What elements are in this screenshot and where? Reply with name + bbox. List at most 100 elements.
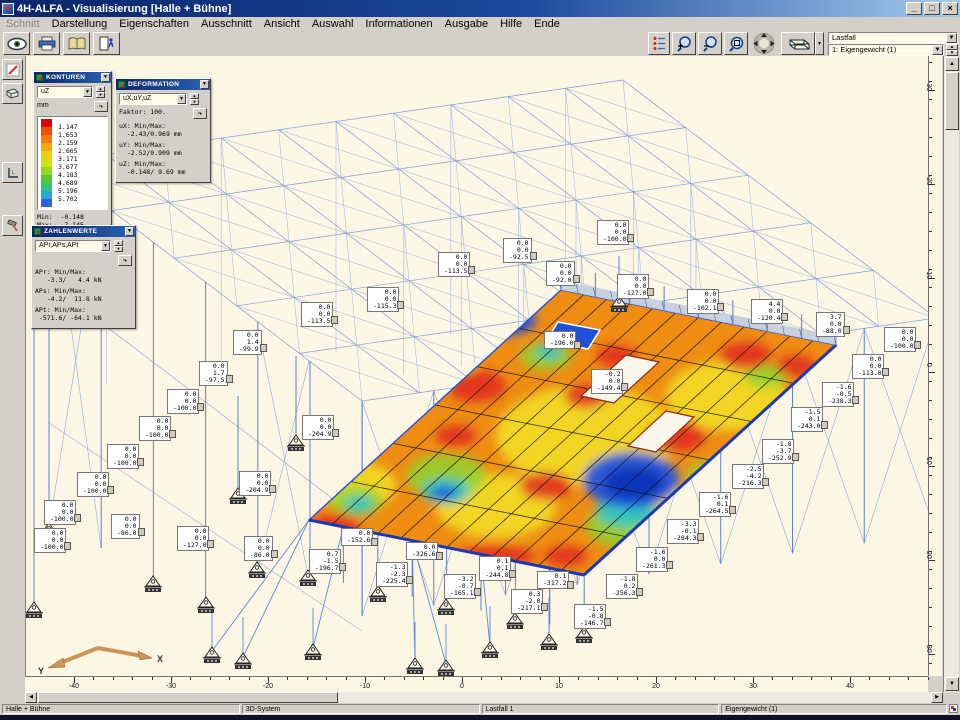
horizontal-scrollbar[interactable]: ◀ ▶ xyxy=(25,692,943,703)
menu-item-eigenschaften[interactable]: Eigenschaften xyxy=(113,18,195,30)
panel-deformation[interactable]: DEFORMATION ▼ uX,uY,uZ ▼ ▲▼ Faktor: 100.… xyxy=(115,78,211,183)
ruler-minor-tick xyxy=(929,532,932,533)
node-value-label: -1.5 -0.8 -146.7 xyxy=(574,604,606,629)
ruler-minor-tick xyxy=(929,118,932,119)
panel-zahlenwerte[interactable]: ZAHLENWERTE ▼ APr,APs,APt ▼ ▲▼ ↷ APr: Mi… xyxy=(31,225,136,329)
ruler-minor-tick xyxy=(578,677,579,680)
node-value-label: 0.1 -317.2 xyxy=(537,571,569,589)
axis-y-label: Y xyxy=(38,666,44,676)
deformation-combo[interactable]: uX,uY,uZ ▼ xyxy=(119,93,187,105)
ruler-minor-tick xyxy=(113,677,114,680)
loadcase-combo[interactable]: 1: Eigengewicht (1) ▼ xyxy=(828,44,944,56)
preview-eye-button[interactable] xyxy=(3,32,30,55)
zahlenwerte-combo[interactable]: APr,APs,APt ▼ xyxy=(35,240,111,252)
ruler-minor-tick xyxy=(74,677,75,680)
min-value: -0.148 xyxy=(60,213,83,221)
legend-swatch xyxy=(41,199,52,207)
ruler-minor-tick xyxy=(656,677,657,680)
dimension-button[interactable]: L xyxy=(2,162,23,183)
ruler-minor-tick xyxy=(93,677,94,680)
node-value-label: 0.0 0.0 -100.0 xyxy=(107,444,139,469)
panel-konturen[interactable]: KONTUREN ▼ uZ ▼ ▲▼ mm ↷ 1.1471.6532.1592… xyxy=(33,71,112,233)
ruler-minor-tick xyxy=(929,325,932,326)
pan-control[interactable] xyxy=(750,32,776,55)
chevron-down-icon[interactable]: ▼ xyxy=(83,87,92,97)
ruler-minor-tick xyxy=(929,287,932,288)
minimize-button[interactable]: _ xyxy=(906,2,922,15)
chevron-down-icon[interactable]: ▼ xyxy=(177,94,186,104)
ruler-minor-tick xyxy=(520,677,521,680)
loadcase-type-combo[interactable]: Lastfall ▼ xyxy=(828,32,958,44)
loadcase-spinner[interactable]: ▲▼ xyxy=(946,44,958,56)
legend-value: 5.702 xyxy=(58,195,78,203)
menu-item-ansicht[interactable]: Ansicht xyxy=(258,18,306,30)
panel-collapse-button[interactable]: ▼ xyxy=(200,80,209,89)
scroll-left-button[interactable]: ◀ xyxy=(25,692,37,703)
app-icon xyxy=(2,3,14,15)
menu-item-ende[interactable]: Ende xyxy=(528,18,566,30)
menu-item-hilfe[interactable]: Hilfe xyxy=(494,18,528,30)
annotate-button[interactable] xyxy=(2,59,23,80)
ruler-tick xyxy=(929,466,935,467)
deformation-spinner[interactable]: ▲▼ xyxy=(190,93,199,105)
konturen-quantity-combo[interactable]: uZ ▼ xyxy=(37,86,93,98)
maximize-button[interactable]: □ xyxy=(924,2,940,15)
zoom-window-button[interactable] xyxy=(724,32,748,55)
panel-collapse-button[interactable]: ▼ xyxy=(125,227,134,236)
chevron-down-icon[interactable]: ▼ xyxy=(101,241,110,251)
support-symbol xyxy=(540,634,558,650)
konturen-refresh-button[interactable]: ↷ xyxy=(94,101,108,112)
zahlenwerte-spinner[interactable]: ▲▼ xyxy=(114,240,123,252)
panel-deformation-titlebar[interactable]: DEFORMATION ▼ xyxy=(116,79,210,90)
ruler-minor-tick xyxy=(365,677,366,680)
menu-item-darstellung[interactable]: Darstellung xyxy=(46,18,114,30)
scroll-up-button[interactable]: ▲ xyxy=(945,57,959,71)
menu-item-auswahl[interactable]: Auswahl xyxy=(306,18,360,30)
scroll-down-button[interactable]: ▼ xyxy=(945,677,959,691)
chevron-down-icon[interactable]: ▼ xyxy=(946,33,957,43)
deformation-refresh-button[interactable]: ↷ xyxy=(193,108,207,119)
view-3d-toggle-button[interactable] xyxy=(2,83,23,104)
menu-item-ausschnitt[interactable]: Ausschnitt xyxy=(195,18,258,30)
zahlenwerte-refresh-button[interactable]: ↷ xyxy=(118,255,132,266)
view-cube-dropdown[interactable]: ▼ xyxy=(815,32,824,55)
ruler-label: 20 xyxy=(652,683,660,690)
display-options-button[interactable] xyxy=(648,32,670,55)
ruler-minor-tick xyxy=(929,156,932,157)
ruler-minor-tick xyxy=(462,677,463,680)
panel-title: ZAHLENWERTE xyxy=(44,228,125,235)
ruler-minor-tick xyxy=(229,677,230,680)
support-symbol xyxy=(437,599,455,615)
scroll-right-button[interactable]: ▶ xyxy=(931,692,943,703)
print-button[interactable] xyxy=(33,32,60,55)
ruler-minor-tick xyxy=(268,677,269,680)
horizontal-scroll-thumb[interactable] xyxy=(38,692,338,703)
chevron-down-icon[interactable]: ▼ xyxy=(932,45,943,55)
legend-value: 1.653 xyxy=(58,131,78,139)
ruler-minor-tick xyxy=(929,569,932,570)
close-button[interactable]: × xyxy=(942,2,958,15)
support-symbol xyxy=(197,597,215,613)
konturen-spinner[interactable]: ▲▼ xyxy=(96,86,105,98)
view-3d-button[interactable] xyxy=(781,32,815,55)
documentation-button[interactable] xyxy=(63,32,90,55)
title-bar: 4H-ALFA - Visualisierung [Halle + Bühne]… xyxy=(0,0,960,17)
ruler-minor-tick xyxy=(929,62,932,63)
zoom-out-button[interactable] xyxy=(698,32,722,55)
zoom-in-button[interactable] xyxy=(672,32,696,55)
menu-item-informationen[interactable]: Informationen xyxy=(359,18,438,30)
panel-collapse-button[interactable]: ▼ xyxy=(101,73,110,82)
exit-button[interactable] xyxy=(93,32,120,55)
vertical-scrollbar[interactable]: ▲ ▼ xyxy=(943,56,959,692)
tools-button[interactable] xyxy=(2,215,23,236)
ruler-label: 30 xyxy=(925,645,932,653)
panel-konturen-titlebar[interactable]: KONTUREN ▼ xyxy=(34,72,111,83)
menu-item-ausgabe[interactable]: Ausgabe xyxy=(439,18,494,30)
panel-zahlenwerte-titlebar[interactable]: ZAHLENWERTE ▼ xyxy=(32,226,135,237)
ruler-label: -30 xyxy=(925,81,932,91)
ruler-minor-tick xyxy=(929,551,932,552)
ruler-minor-tick xyxy=(929,457,932,458)
ruler-minor-tick xyxy=(929,494,932,495)
node-value-label: 0.0 0.0 -100.0 xyxy=(139,416,171,441)
vertical-scroll-thumb[interactable] xyxy=(945,72,959,130)
